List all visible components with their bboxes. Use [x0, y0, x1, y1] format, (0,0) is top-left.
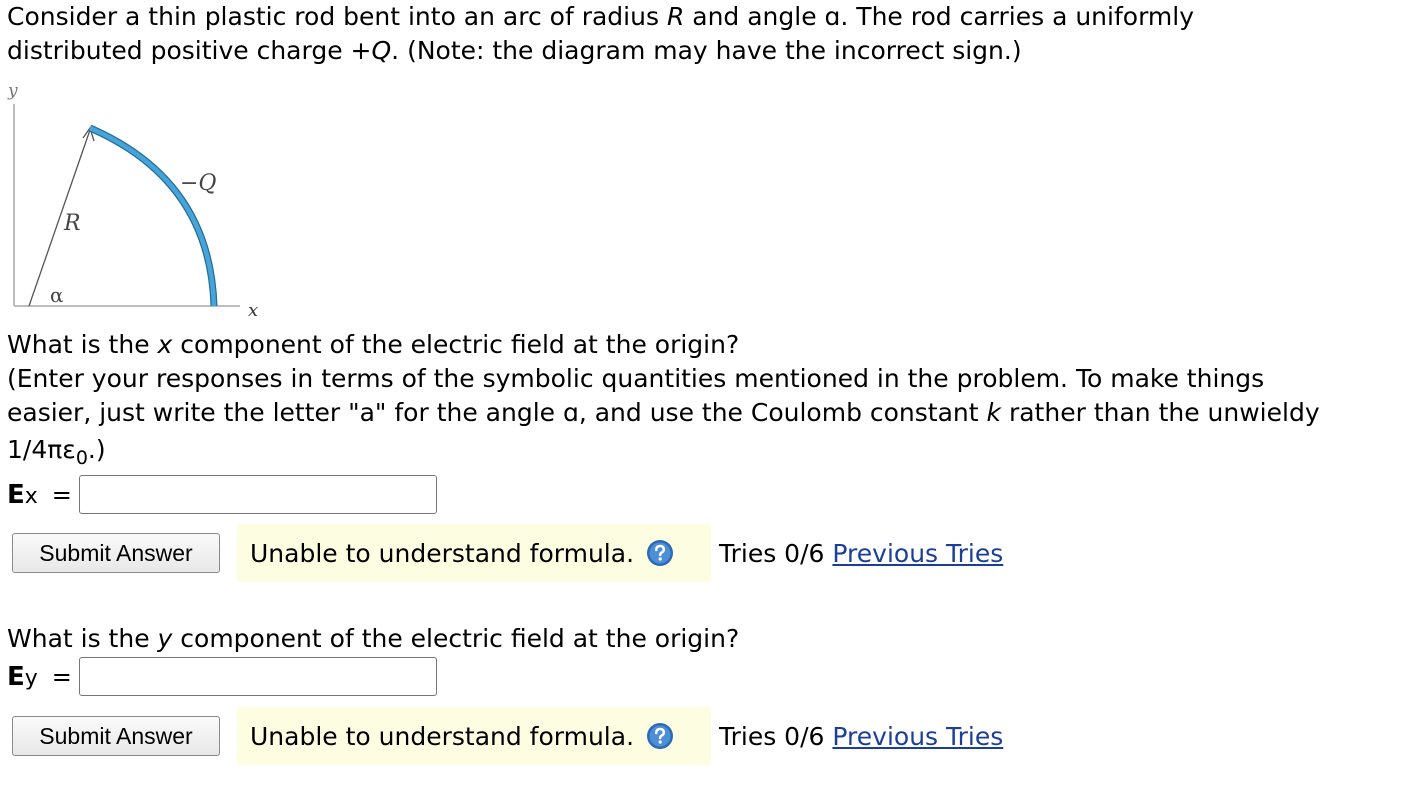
- question-text: What is the: [7, 330, 158, 359]
- problem-text-line-2: distributed positive charge +Q. (Note: t…: [7, 34, 1022, 68]
- x-axis-label: x: [248, 300, 258, 321]
- angle-label: α: [50, 283, 64, 307]
- arc-rod-diagram: y x R α −Q: [7, 81, 258, 321]
- previous-tries-link[interactable]: Previous Tries: [832, 722, 1003, 751]
- instructions-line-3: 1/4πε0.): [7, 433, 106, 475]
- instructions-line-1: (Enter your responses in terms of the sy…: [7, 362, 1264, 396]
- feedback-box-y: Unable to understand formula.: [237, 707, 711, 765]
- ey-label-main: E: [7, 662, 25, 692]
- tries-count: Tries 0/6: [719, 722, 825, 751]
- equals-sign: =: [51, 663, 72, 691]
- ex-answer-input[interactable]: [79, 475, 437, 514]
- equals-sign: =: [51, 481, 72, 509]
- question-text: component of the electric field at the o…: [172, 330, 740, 359]
- previous-tries-link[interactable]: Previous Tries: [832, 539, 1003, 568]
- instructions-text: .): [87, 435, 106, 464]
- question-text: component of the electric field at the o…: [172, 624, 740, 653]
- instructions-text: rather than the unwieldy: [1001, 398, 1320, 427]
- question-circle-icon[interactable]: [646, 722, 674, 750]
- question-x-text: What is the x component of the electric …: [7, 328, 739, 362]
- ey-answer-input[interactable]: [79, 657, 437, 696]
- question-variable: y: [157, 624, 173, 653]
- problem-text: distributed positive charge +: [7, 36, 372, 65]
- question-y-text: What is the y component of the electric …: [7, 622, 739, 656]
- charged-rod-outline: [88, 124, 218, 307]
- problem-text: . (Note: the diagram may have the incorr…: [391, 36, 1022, 65]
- question-text: What is the: [7, 624, 158, 653]
- tries-info-x: Tries 0/6 Previous Tries: [719, 537, 1003, 571]
- tries-count: Tries 0/6: [719, 539, 825, 568]
- radius-label: R: [63, 211, 81, 236]
- instructions-line-2: easier, just write the letter "a" for th…: [7, 396, 1320, 430]
- ex-label: Ex: [7, 480, 38, 510]
- radius-line: [28, 129, 91, 307]
- radius-symbol: R: [666, 2, 685, 31]
- ey-label-row: Ey =: [7, 656, 72, 698]
- ex-label-row: Ex =: [7, 474, 72, 516]
- submit-answer-button-y[interactable]: Submit Answer: [12, 716, 220, 756]
- question-variable: x: [157, 330, 173, 359]
- y-axis-label: y: [7, 81, 18, 101]
- feedback-text: Unable to understand formula.: [250, 538, 635, 568]
- problem-text: and angle ɑ. The rod carries a uniformly: [684, 2, 1195, 31]
- instructions-text: (Enter your responses in terms of the sy…: [7, 364, 1265, 393]
- coulomb-constant-symbol: k: [986, 398, 1002, 427]
- problem-text-line-1: Consider a thin plastic rod bent into an…: [7, 0, 1194, 34]
- ex-label-main: E: [7, 480, 25, 510]
- instructions-text: easier, just write the letter "a" for th…: [7, 398, 987, 427]
- ey-label: Ey: [7, 662, 38, 692]
- charge-label: −Q: [180, 171, 216, 196]
- tries-info-y: Tries 0/6 Previous Tries: [719, 720, 1003, 754]
- question-circle-icon[interactable]: [646, 539, 674, 567]
- problem-text: Consider a thin plastic rod bent into an…: [7, 2, 667, 31]
- instructions-text: 1/4πε: [7, 435, 76, 464]
- charge-symbol: Q: [371, 36, 392, 65]
- feedback-text: Unable to understand formula.: [250, 721, 635, 751]
- submit-answer-button-x[interactable]: Submit Answer: [12, 533, 220, 573]
- subscript: 0: [75, 447, 88, 469]
- feedback-box-x: Unable to understand formula.: [237, 524, 711, 582]
